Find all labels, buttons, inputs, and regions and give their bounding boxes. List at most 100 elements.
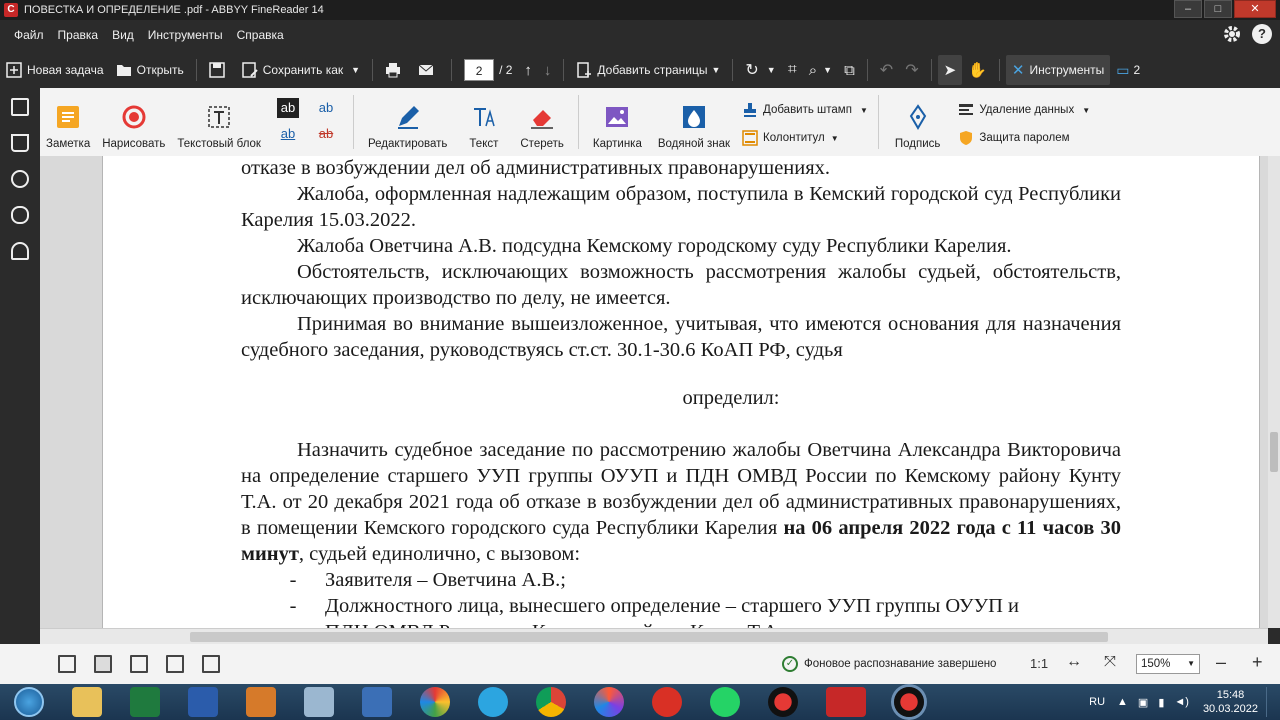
language-indicator[interactable]: RU	[1089, 696, 1105, 708]
strikethrough-button[interactable]: ab	[315, 124, 337, 144]
email-button[interactable]	[412, 55, 445, 85]
redo-button[interactable]: ↷	[899, 55, 924, 85]
fit-width-view-icon[interactable]	[94, 655, 112, 673]
redact-button[interactable]: Удаление данных ▼	[958, 98, 1090, 122]
menu-view[interactable]: Вид	[105, 28, 141, 42]
page-number-input[interactable]: 2	[464, 59, 495, 81]
network-icon[interactable]: ▮	[1158, 696, 1164, 709]
export-image-button[interactable]: ⧉	[838, 55, 861, 85]
zoom-in-button[interactable]: +	[1252, 652, 1263, 673]
doc-paragraph: Принимая во внимание вышеизложенное, учи…	[241, 313, 1121, 361]
finereader-taskbar-icon[interactable]	[826, 687, 866, 717]
actual-size-button[interactable]: 1:1	[1030, 656, 1048, 671]
chevron-down-icon: ▼	[766, 65, 776, 75]
fit-page-icon[interactable]: ⤧	[1104, 653, 1116, 670]
close-button[interactable]: ✕	[1234, 0, 1276, 18]
hand-tool-button[interactable]: ✋	[962, 55, 993, 85]
note-button[interactable]: Заметка	[40, 88, 96, 150]
document-viewport[interactable]: отказе в возбуждении дел об администрати…	[40, 156, 1268, 628]
erase-button[interactable]: Стереть	[510, 88, 574, 150]
page-navigator: 2 / 2	[458, 55, 518, 85]
pages-panel-icon[interactable]	[11, 98, 29, 116]
menu-edit[interactable]: Правка	[51, 28, 106, 42]
list-dash: -	[289, 595, 297, 617]
save-button[interactable]	[203, 55, 236, 85]
zoom-page-button[interactable]: ⌕ ▼	[803, 55, 838, 85]
comments-button[interactable]: ▭ 2	[1110, 55, 1146, 85]
excel-icon[interactable]	[130, 687, 160, 717]
single-page-view-icon[interactable]	[58, 655, 76, 673]
watermark-button[interactable]: Водяной знак	[652, 88, 736, 150]
next-page-button[interactable]: ↓	[538, 55, 558, 85]
paint-icon[interactable]	[304, 687, 334, 717]
bookmark-icon[interactable]	[11, 134, 29, 152]
text-button[interactable]: Текст	[457, 88, 510, 150]
gmail-icon[interactable]	[652, 687, 682, 717]
volume-icon[interactable]: ◄)	[1174, 696, 1189, 708]
help-icon[interactable]: ?	[1252, 24, 1272, 44]
show-desktop-button[interactable]	[1266, 687, 1276, 717]
fit-width-icon[interactable]: ↔	[1066, 653, 1082, 671]
clock[interactable]: 15:48 30.03.2022	[1203, 688, 1258, 716]
search-icon[interactable]	[11, 170, 29, 188]
menu-help[interactable]: Справка	[230, 28, 291, 42]
minimize-button[interactable]: –	[1174, 0, 1202, 18]
header-footer-button[interactable]: Колонтитул ▼	[742, 126, 868, 150]
undo-button[interactable]: ↶	[874, 55, 899, 85]
vertical-scrollbar[interactable]	[1268, 156, 1280, 628]
add-pages-button[interactable]: Добавить страницы ▼	[570, 55, 726, 85]
device-icon[interactable]: ▣	[1138, 696, 1148, 709]
finereader-app-icon[interactable]: C	[4, 3, 18, 17]
eye-app-icon[interactable]	[246, 687, 276, 717]
attachment-icon[interactable]	[11, 206, 29, 224]
select-tool-button[interactable]: ➤	[937, 55, 963, 85]
yandex-browser-icon[interactable]	[594, 687, 624, 717]
menu-tools[interactable]: Инструменты	[141, 28, 230, 42]
prev-page-button[interactable]: ↑	[518, 55, 538, 85]
menu-file[interactable]: Файл	[0, 28, 51, 42]
new-task-button[interactable]: Новая задача	[0, 55, 110, 85]
add-stamp-button[interactable]: Добавить штамп ▼	[742, 98, 868, 122]
insert-text-button[interactable]: ab	[315, 98, 337, 118]
gear-icon[interactable]	[1222, 24, 1242, 44]
word-icon[interactable]	[188, 687, 218, 717]
start-button[interactable]	[14, 687, 44, 717]
highlight-button[interactable]: ab	[276, 98, 299, 118]
note-icon	[57, 106, 80, 128]
edit-button[interactable]: Редактировать	[358, 88, 457, 150]
zoom-out-button[interactable]: –	[1216, 652, 1226, 673]
draw-button[interactable]: Нарисовать	[96, 88, 171, 150]
sign-button[interactable]: Подпись	[883, 88, 953, 150]
rotate-button[interactable]: ↻ ▼	[739, 55, 781, 85]
save-as-button[interactable]: Сохранить как ▼	[236, 55, 366, 85]
print-button[interactable]	[379, 55, 412, 85]
open-button[interactable]: Открыть	[110, 55, 190, 85]
scroll-thumb[interactable]	[1270, 432, 1278, 472]
two-page-view-icon[interactable]	[130, 655, 148, 673]
tools-toggle-button[interactable]: ✕ Инструменты	[1005, 55, 1111, 85]
zoom-select[interactable]: 150% ▼	[1136, 654, 1200, 674]
continuous-view-icon[interactable]	[166, 655, 184, 673]
underline-button[interactable]: ab	[277, 124, 299, 144]
password-button[interactable]: Защита паролем	[958, 126, 1090, 150]
snipping-tool-icon[interactable]	[362, 687, 392, 717]
pinwheel-app-icon[interactable]	[420, 687, 450, 717]
crop-button[interactable]: ⌗	[782, 55, 803, 85]
recorder-active-icon[interactable]	[894, 687, 924, 717]
envelope-icon	[418, 64, 434, 75]
fullscreen-icon[interactable]	[202, 655, 220, 673]
scroll-thumb[interactable]	[190, 632, 1108, 642]
horizontal-scrollbar[interactable]	[40, 628, 1268, 644]
maximize-button[interactable]: □	[1204, 0, 1232, 18]
chevron-up-icon[interactable]: ▲	[1117, 696, 1128, 708]
whatsapp-icon[interactable]	[710, 687, 740, 717]
recorder-icon[interactable]	[768, 687, 798, 717]
picture-button[interactable]: Картинка	[583, 88, 652, 150]
chrome-icon[interactable]	[536, 687, 566, 717]
textbox-button[interactable]: Текстовый блок	[171, 88, 267, 150]
signature-panel-icon[interactable]	[11, 242, 29, 260]
chevron-down-icon: ▼	[859, 105, 868, 115]
file-explorer-icon[interactable]	[72, 687, 102, 717]
telegram-icon[interactable]	[478, 687, 508, 717]
chevron-down-icon: ▼	[1082, 105, 1091, 115]
